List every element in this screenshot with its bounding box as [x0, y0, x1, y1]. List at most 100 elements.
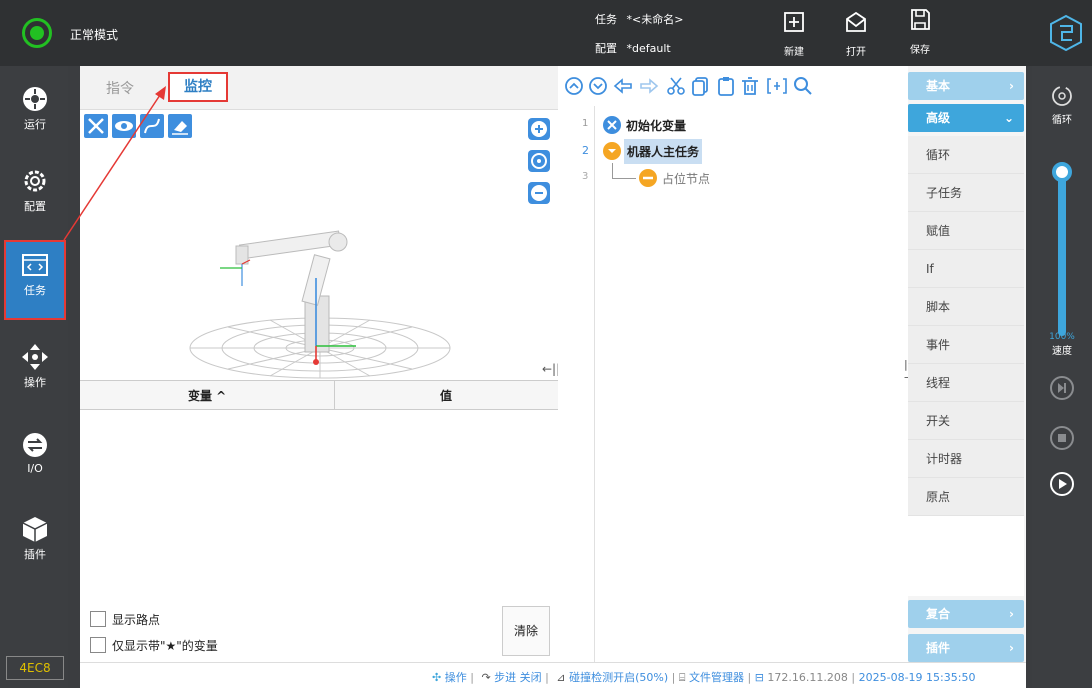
- save-button[interactable]: 保存: [902, 8, 938, 60]
- status-file-manager[interactable]: 文件管理器: [689, 671, 744, 684]
- io-exchange-icon: [23, 433, 47, 457]
- sidebar-item-operate[interactable]: 操作: [4, 334, 66, 414]
- sidebar-item-task[interactable]: 任务: [4, 240, 66, 320]
- rotate-reset-icon: [531, 153, 547, 169]
- task-tree-panel: 1 初始化变量 2 机器人主任务 3 占位节点 ||→: [558, 66, 913, 662]
- command-thread[interactable]: 线程: [908, 364, 1024, 402]
- open-button[interactable]: 打开: [838, 8, 874, 60]
- command-subtask[interactable]: 子任务: [908, 174, 1024, 212]
- step-icon: [1058, 383, 1066, 393]
- command-event[interactable]: 事件: [908, 326, 1024, 364]
- redo-icon[interactable]: [638, 76, 660, 96]
- show-waypoints-checkbox[interactable]: [90, 611, 106, 627]
- only-starred-label: 仅显示带"★"的变量: [112, 639, 218, 653]
- delete-icon[interactable]: [740, 76, 760, 96]
- command-loop[interactable]: 循环: [908, 136, 1024, 174]
- tree-node-label: 机器人主任务: [624, 139, 703, 164]
- mode-label: 正常模式: [70, 28, 119, 42]
- zoom-in-button[interactable]: [528, 118, 550, 140]
- sidebar-item-config[interactable]: 配置: [4, 158, 66, 238]
- sidebar-item-io[interactable]: I/O: [4, 422, 66, 502]
- chevron-right-icon: ›: [1009, 641, 1014, 655]
- tree-node-1[interactable]: 1 初始化变量: [558, 114, 898, 138]
- chevron-right-icon: ›: [1009, 79, 1014, 93]
- search-icon[interactable]: [792, 75, 814, 97]
- command-script[interactable]: 脚本: [908, 288, 1024, 326]
- command-switch[interactable]: 开关: [908, 402, 1024, 440]
- network-icon: ⊟: [754, 671, 764, 684]
- copy-icon[interactable]: [690, 76, 710, 96]
- open-envelope-icon: [846, 11, 866, 32]
- speed-label: 速度: [1052, 346, 1072, 357]
- robot-3d-view[interactable]: [180, 216, 480, 386]
- new-button[interactable]: 新建: [776, 8, 812, 60]
- category-basic[interactable]: 基本 ›: [908, 72, 1024, 100]
- expand-up-icon[interactable]: [564, 76, 584, 96]
- main-task-collapse-icon: [603, 142, 621, 160]
- command-assign[interactable]: 赋值: [908, 212, 1024, 250]
- speed-slider[interactable]: [1058, 166, 1066, 336]
- loop-toggle[interactable]: 循环: [1046, 84, 1078, 126]
- paste-icon[interactable]: [716, 76, 736, 96]
- plus-icon: [531, 121, 547, 137]
- monitor-panel: 指令 监控 ←|| 变量 ^ 值 显示路点 仅显示带"★"的变量 清除: [80, 66, 560, 662]
- category-advanced[interactable]: 高级 ⌄: [908, 104, 1024, 132]
- column-header-value[interactable]: 值: [440, 387, 452, 404]
- cut-icon[interactable]: [666, 76, 686, 96]
- clear-button[interactable]: 清除: [502, 606, 550, 656]
- column-header-variable[interactable]: 变量 ^: [188, 387, 226, 404]
- status-operation[interactable]: 操作: [445, 671, 467, 684]
- tree-connector: [612, 163, 636, 179]
- speed-slider-handle[interactable]: [1052, 162, 1072, 182]
- status-bar: ✣ 操作 | ↷ 步进 关闭 | ⊿ 碰撞检测开启(50%) | ⌸ 文件管理器…: [80, 662, 1026, 688]
- eraser-button[interactable]: [168, 114, 192, 138]
- zoom-out-button[interactable]: [528, 182, 550, 204]
- command-timer[interactable]: 计时器: [908, 440, 1024, 478]
- stop-icon: [1058, 434, 1066, 442]
- status-datetime: 2025-08-19 15:35:50: [858, 671, 976, 684]
- brand-logo-icon: [1048, 14, 1084, 52]
- folder-icon: ⌸: [678, 671, 686, 684]
- operation-icon: ✣: [432, 671, 442, 684]
- sidebar-label-operate: 操作: [24, 376, 46, 389]
- tree-node-3[interactable]: 3 占位节点: [558, 163, 898, 191]
- sidebar-item-plugin[interactable]: 插件: [4, 506, 66, 586]
- sidebar-label-task: 任务: [24, 284, 46, 297]
- suppress-icon[interactable]: [766, 76, 788, 96]
- sidebar-item-run[interactable]: 运行: [4, 76, 66, 156]
- run-control-bar: 循环 100% 速度: [1032, 66, 1092, 688]
- play-button[interactable]: [1050, 472, 1074, 496]
- config-name: *default: [626, 42, 671, 55]
- undo-icon[interactable]: [612, 76, 634, 96]
- run-dial-icon: [23, 87, 47, 111]
- save-label: 保存: [910, 45, 930, 56]
- task-label: 任务: [595, 13, 617, 26]
- move-arrows-icon: [22, 344, 48, 370]
- eye-icon: [115, 121, 133, 131]
- tab-monitor[interactable]: 监控: [168, 72, 228, 102]
- path-icon: [144, 118, 160, 134]
- command-if[interactable]: If: [908, 250, 1024, 288]
- only-starred-checkbox[interactable]: [90, 637, 106, 653]
- category-plugin[interactable]: 插件 ›: [908, 634, 1024, 662]
- path-button[interactable]: [140, 114, 164, 138]
- placeholder-node-icon: [639, 169, 657, 187]
- tab-instructions[interactable]: 指令: [106, 78, 134, 98]
- tools-button[interactable]: [84, 114, 108, 138]
- status-step[interactable]: 步进 关闭: [494, 671, 542, 684]
- tree-toolbar: [558, 66, 908, 106]
- tools-icon: [88, 118, 104, 134]
- status-collision[interactable]: 碰撞检测开启(50%): [569, 671, 668, 684]
- tree-node-2[interactable]: 2 机器人主任务: [558, 139, 898, 165]
- step-button[interactable]: [1050, 376, 1074, 400]
- reset-view-button[interactable]: [528, 150, 550, 172]
- config-label: 配置: [595, 42, 617, 55]
- command-home[interactable]: 原点: [908, 478, 1024, 516]
- stop-button[interactable]: [1050, 426, 1074, 450]
- category-plugin-label: 插件: [926, 641, 951, 655]
- category-composite[interactable]: 复合 ›: [908, 600, 1024, 628]
- status-ip: 172.16.11.208: [767, 671, 848, 684]
- view-button[interactable]: [112, 114, 136, 138]
- sidebar-label-plugin: 插件: [24, 548, 46, 561]
- expand-down-icon[interactable]: [588, 76, 608, 96]
